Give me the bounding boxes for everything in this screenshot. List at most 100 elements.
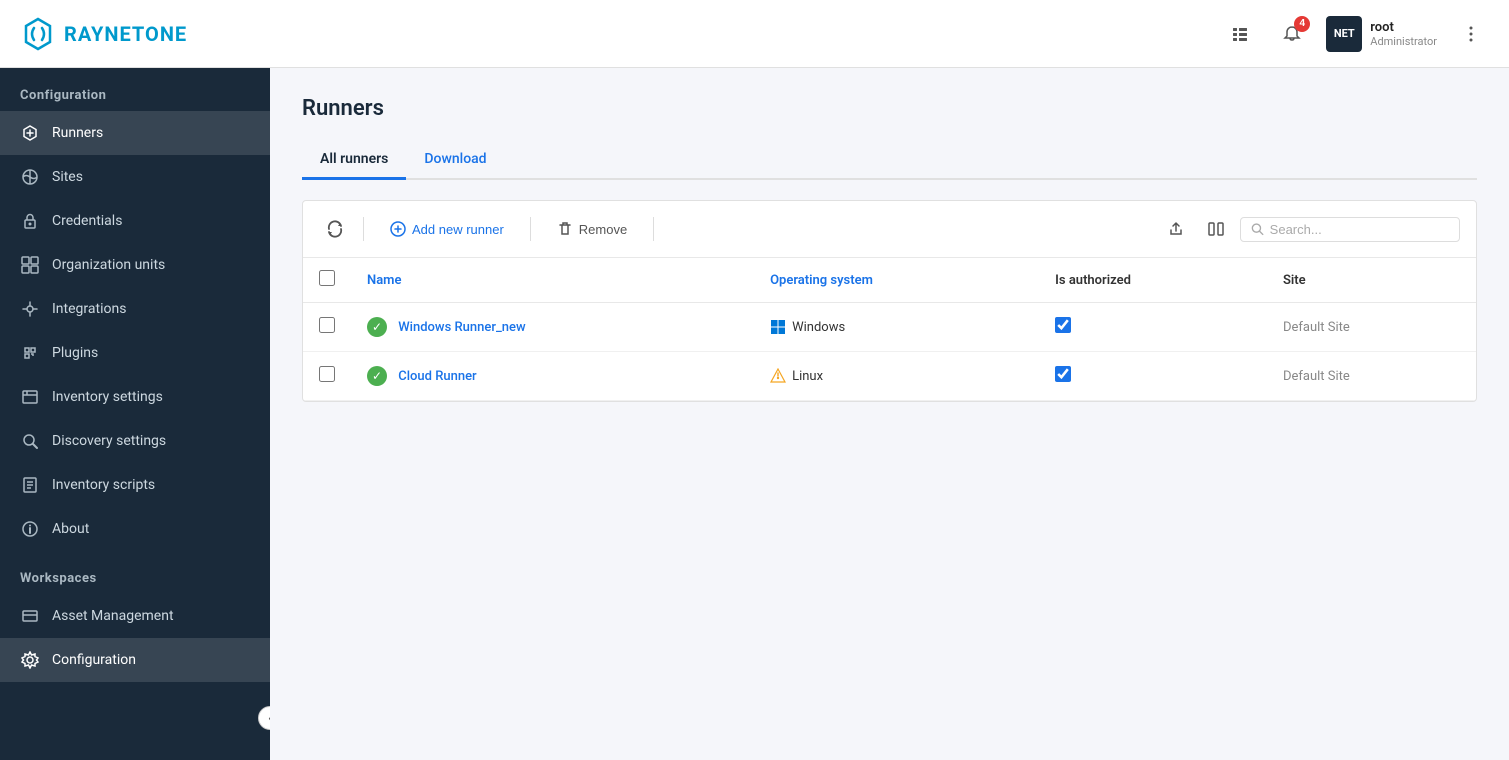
add-icon: [390, 221, 406, 237]
row-name-cell: ✓ Windows Runner_new: [351, 303, 754, 352]
list-icon: [1230, 24, 1250, 44]
tab-all-runners[interactable]: All runners: [302, 141, 406, 180]
notification-btn[interactable]: 4: [1274, 16, 1310, 52]
table-container: Add new runner Remove: [302, 200, 1477, 402]
os-cell: Windows: [770, 319, 1023, 335]
plugins-icon: [20, 343, 40, 363]
sidebar-item-label-discovery-settings: Discovery settings: [52, 433, 166, 449]
table-body: ✓ Windows Runner_new Windows Default Site…: [303, 303, 1476, 401]
search-icon: [1251, 222, 1264, 236]
header-name: Name: [351, 258, 754, 303]
configuration-icon: [20, 650, 40, 670]
runner-name-link[interactable]: Windows Runner_new: [398, 320, 525, 335]
row-select-cell: [303, 303, 351, 352]
status-icon: ✓: [367, 317, 387, 337]
sidebar-item-label-configuration: Configuration: [52, 652, 136, 668]
row-checkbox-1[interactable]: [319, 366, 335, 382]
sidebar-item-inventory-settings[interactable]: Inventory settings: [0, 375, 270, 419]
toolbar-right: [1160, 213, 1460, 245]
user-menu[interactable]: NET root Administrator: [1326, 16, 1437, 52]
avatar: NET: [1326, 16, 1362, 52]
user-info: root Administrator: [1370, 20, 1437, 48]
inventory-scripts-icon: [20, 475, 40, 495]
sidebar-item-about[interactable]: About: [0, 507, 270, 551]
authorized-checkbox[interactable]: [1055, 317, 1071, 333]
row-site-cell: Default Site: [1267, 303, 1476, 352]
row-name-cell: ✓ Cloud Runner: [351, 352, 754, 401]
sidebar-item-label-sites: Sites: [52, 169, 83, 185]
tabs: All runners Download: [302, 141, 1477, 180]
sidebar-item-sites[interactable]: Sites: [0, 155, 270, 199]
select-all-checkbox[interactable]: [319, 270, 335, 286]
remove-btn[interactable]: Remove: [543, 215, 641, 243]
sidebar-item-label-inventory-settings: Inventory settings: [52, 389, 163, 405]
export-btn[interactable]: [1160, 213, 1192, 245]
sidebar-item-credentials[interactable]: Credentials: [0, 199, 270, 243]
runners-icon: [20, 123, 40, 143]
more-options-btn[interactable]: [1453, 16, 1489, 52]
sidebar-item-label-runners: Runners: [52, 125, 103, 141]
runner-name-link[interactable]: Cloud Runner: [398, 369, 476, 384]
table-header: Name Operating system Is authorized Site: [303, 258, 1476, 303]
authorized-checkbox[interactable]: [1055, 366, 1071, 382]
tab-download[interactable]: Download: [406, 141, 504, 180]
sidebar-item-discovery-settings[interactable]: Discovery settings: [0, 419, 270, 463]
row-authorized-cell: [1039, 303, 1267, 352]
sidebar: Configuration Runners Sites Credentials: [0, 68, 270, 760]
sidebar-item-plugins[interactable]: Plugins: [0, 331, 270, 375]
org-units-icon: [20, 255, 40, 275]
discovery-settings-icon: [20, 431, 40, 451]
about-icon: [20, 519, 40, 539]
sidebar-item-integrations[interactable]: Integrations: [0, 287, 270, 331]
header-os: Operating system: [754, 258, 1039, 303]
menu-icon-btn[interactable]: [1222, 16, 1258, 52]
inventory-settings-icon: [20, 387, 40, 407]
main-layout: Configuration Runners Sites Credentials: [0, 68, 1509, 760]
page-title: Runners: [302, 96, 1477, 121]
user-role: Administrator: [1370, 35, 1437, 48]
sidebar-item-asset-management[interactable]: Asset Management: [0, 594, 270, 638]
columns-btn[interactable]: [1200, 213, 1232, 245]
row-checkbox-0[interactable]: [319, 317, 335, 333]
sidebar-item-inventory-scripts[interactable]: Inventory scripts: [0, 463, 270, 507]
integrations-icon: [20, 299, 40, 319]
workspaces-section-title: Workspaces: [0, 551, 270, 594]
header-site: Site: [1267, 258, 1476, 303]
sidebar-item-label-credentials: Credentials: [52, 213, 122, 229]
config-section-title: Configuration: [0, 68, 270, 111]
navbar-actions: 4 NET root Administrator: [1222, 16, 1489, 52]
toolbar: Add new runner Remove: [303, 201, 1476, 258]
status-icon: ✓: [367, 366, 387, 386]
sidebar-item-org-units[interactable]: Organization units: [0, 243, 270, 287]
table-row: ✓ Cloud Runner LinuxDefault Site: [303, 352, 1476, 401]
row-authorized-cell: [1039, 352, 1267, 401]
user-name: root: [1370, 20, 1437, 35]
trash-icon: [557, 221, 573, 237]
logo: RAYNETONE: [20, 16, 1222, 52]
site-label: Default Site: [1283, 320, 1350, 335]
sidebar-item-runners[interactable]: Runners: [0, 111, 270, 155]
header-select-all: [303, 258, 351, 303]
sidebar-item-label-asset-management: Asset Management: [52, 608, 174, 624]
search-input[interactable]: [1270, 222, 1449, 237]
logo-icon: [20, 16, 56, 52]
notification-badge: 4: [1294, 16, 1310, 32]
os-cell: Linux: [770, 368, 1023, 384]
ellipsis-icon: [1461, 24, 1481, 44]
add-runner-btn[interactable]: Add new runner: [376, 215, 518, 243]
sidebar-item-label-about: About: [52, 521, 89, 537]
row-os-cell: Linux: [754, 352, 1039, 401]
refresh-btn[interactable]: [319, 213, 351, 245]
sites-icon: [20, 167, 40, 187]
os-label: Linux: [792, 369, 823, 384]
sidebar-item-label-plugins: Plugins: [52, 345, 98, 361]
columns-icon: [1207, 220, 1225, 238]
row-select-cell: [303, 352, 351, 401]
navbar: RAYNETONE 4 NET root Administ: [0, 0, 1509, 68]
sidebar-collapse-btn[interactable]: ‹: [258, 706, 270, 730]
asset-management-icon: [20, 606, 40, 626]
logo-text: RAYNETONE: [64, 22, 187, 46]
sidebar-item-configuration[interactable]: Configuration: [0, 638, 270, 682]
sidebar-item-label-integrations: Integrations: [52, 301, 126, 317]
table-header-row: Name Operating system Is authorized Site: [303, 258, 1476, 303]
